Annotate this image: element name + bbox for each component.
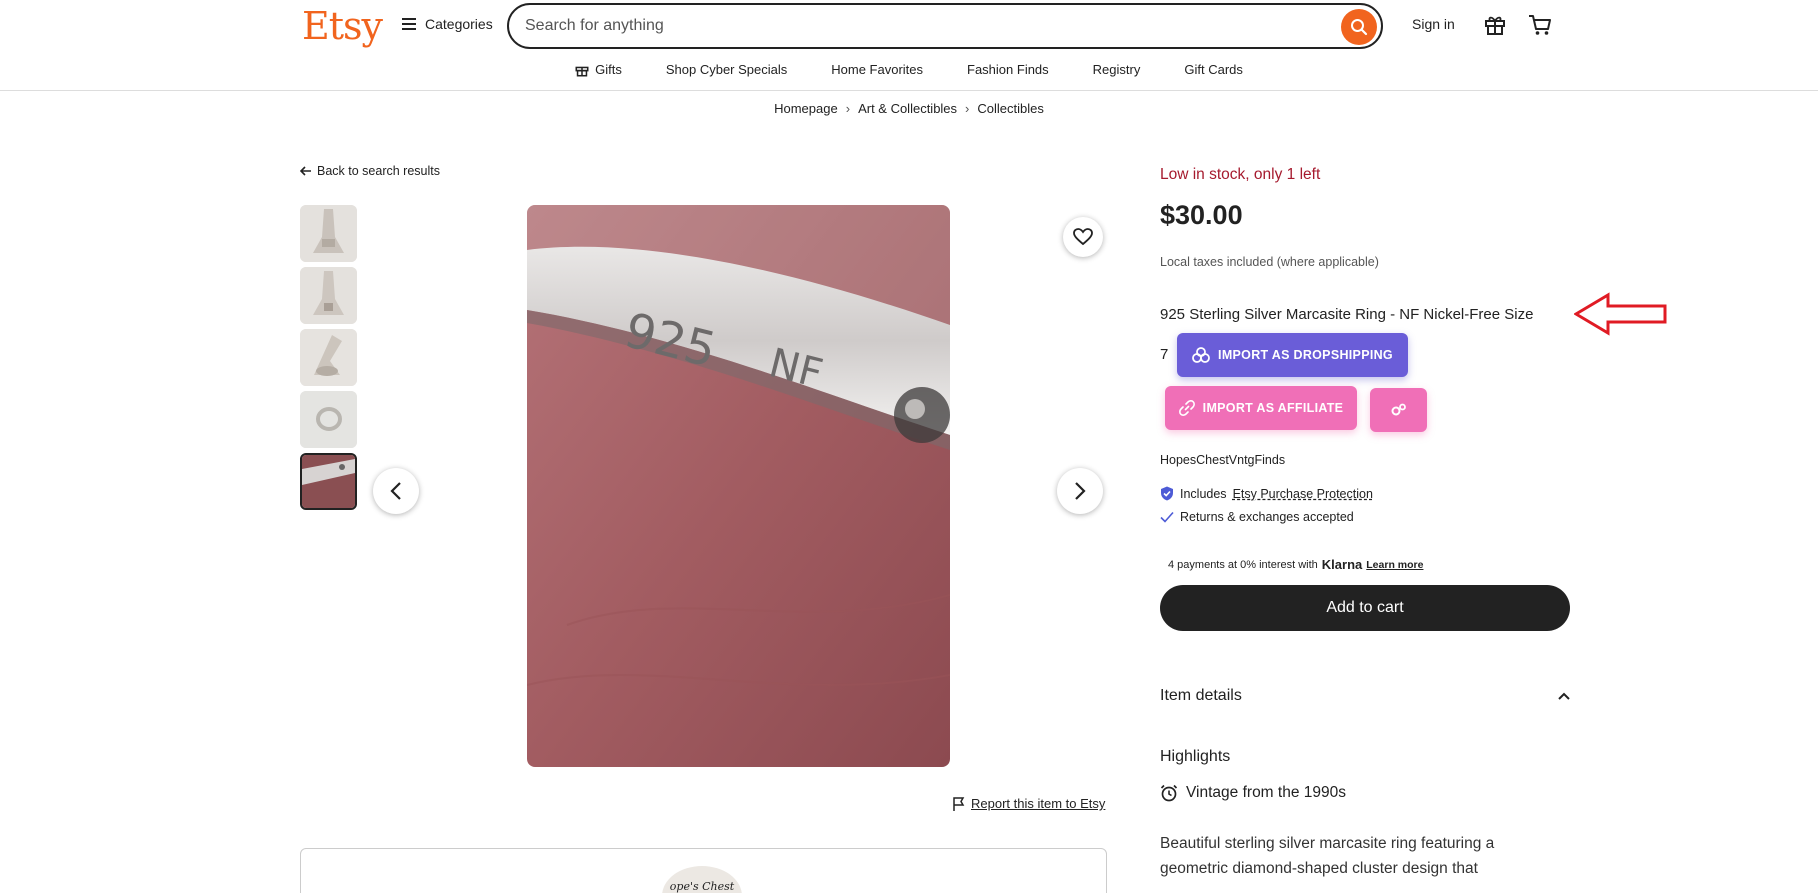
heart-icon [1073, 228, 1093, 246]
nav-item-label: Gifts [595, 62, 622, 77]
categories-button[interactable]: Categories [402, 16, 493, 32]
back-label: Back to search results [317, 164, 440, 178]
nav-item-label: Gift Cards [1184, 62, 1243, 77]
header-divider [0, 90, 1818, 91]
stock-notice: Low in stock, only 1 left [1160, 166, 1321, 183]
nav-item-fashion-finds[interactable]: Fashion Finds [945, 58, 1071, 81]
nav-item-registry[interactable]: Registry [1071, 58, 1163, 81]
main-product-image: 925 NF [527, 205, 950, 767]
affiliate-label: IMPORT AS AFFILIATE [1202, 401, 1344, 415]
vintage-label: Vintage from the 1990s [1186, 784, 1346, 801]
search-icon [1351, 19, 1368, 36]
product-title-continued: 7 [1160, 346, 1169, 363]
product-description: Beautiful sterling silver marcasite ring… [1160, 835, 1495, 877]
returns-label: Returns & exchanges accepted [1180, 510, 1354, 524]
boxes-icon [1192, 347, 1210, 363]
price: $30.00 [1160, 200, 1243, 230]
sign-in-link[interactable]: Sign in [1412, 16, 1455, 32]
back-to-results-link[interactable]: Back to search results [300, 164, 440, 178]
extension-settings-button[interactable] [1370, 388, 1427, 432]
item-details-label: Item details [1160, 687, 1242, 704]
breadcrumb-collectibles[interactable]: Collectibles [977, 101, 1043, 116]
returns-info: Returns & exchanges accepted [1160, 510, 1354, 524]
gears-icon [1391, 403, 1406, 416]
search-input[interactable] [525, 17, 1325, 35]
klarna-logo: Klarna [1321, 557, 1363, 572]
chevron-right-icon: › [965, 101, 970, 116]
thumbnail-2[interactable] [300, 267, 357, 324]
nav-item-label: Fashion Finds [967, 62, 1049, 77]
nav-item-cyber-specials[interactable]: Shop Cyber Specials [644, 58, 809, 81]
breadcrumb-art-collectibles[interactable]: Art & Collectibles [858, 101, 957, 116]
gift-icon [575, 66, 589, 76]
arrow-left-icon [300, 166, 311, 176]
nav-item-home-favorites[interactable]: Home Favorites [809, 58, 945, 81]
chevron-up-icon [1558, 692, 1570, 700]
breadcrumb-homepage[interactable]: Homepage [774, 101, 838, 116]
alarm-clock-icon [1160, 784, 1178, 802]
breadcrumb: Homepage › Art & Collectibles › Collecti… [0, 101, 1818, 116]
main-nav: Gifts Shop Cyber Specials Home Favorites… [0, 58, 1818, 81]
shield-check-icon [1161, 486, 1173, 501]
nav-item-label: Home Favorites [831, 62, 924, 77]
chevron-right-icon: › [845, 101, 851, 116]
chevron-right-icon [1075, 482, 1086, 500]
vintage-highlight: Vintage from the 1990s [1160, 784, 1346, 802]
previous-image-button[interactable] [373, 468, 419, 514]
annotation-arrow-icon [1574, 292, 1667, 336]
flag-icon [953, 796, 965, 811]
search-bar[interactable] [507, 3, 1383, 49]
import-affiliate-button[interactable]: IMPORT AS AFFILIATE [1165, 386, 1357, 430]
report-item-link[interactable]: Report this item to Etsy [953, 796, 1105, 811]
link-icon [1178, 400, 1195, 416]
favorite-button[interactable] [1063, 217, 1103, 257]
highlights-heading: Highlights [1160, 748, 1231, 765]
next-image-button[interactable] [1057, 468, 1103, 514]
cart-icon[interactable] [1528, 14, 1552, 41]
add-to-cart-button[interactable]: Add to cart [1160, 585, 1570, 631]
klarna-info: 4 payments at 0% interest with Klarna Le… [1168, 557, 1423, 572]
chevron-left-icon [390, 482, 401, 500]
purchase-protection: Includes Etsy Purchase Protection [1160, 486, 1373, 501]
product-title: 925 Sterling Silver Marcasite Ring - NF … [1160, 306, 1534, 323]
thumbnail-3[interactable] [300, 329, 357, 386]
search-button[interactable] [1341, 9, 1377, 45]
nav-item-gifts[interactable]: Gifts [553, 58, 644, 81]
thumbnail-4[interactable] [300, 391, 357, 448]
item-details-toggle[interactable]: Item details [1160, 687, 1570, 705]
tax-note: Local taxes included (where applicable) [1160, 255, 1379, 269]
thumbnail-1[interactable] [300, 205, 357, 262]
check-icon [1160, 511, 1174, 523]
klarna-text: 4 payments at 0% interest with [1168, 558, 1318, 571]
nav-item-label: Registry [1092, 62, 1141, 77]
hamburger-icon [402, 18, 416, 30]
protection-prefix: Includes [1180, 486, 1227, 501]
purchase-protection-link[interactable]: Etsy Purchase Protection [1233, 487, 1373, 501]
nav-item-gift-cards[interactable]: Gift Cards [1162, 58, 1265, 81]
thumbnail-5-selected[interactable] [300, 453, 357, 510]
klarna-learn-more-link[interactable]: Learn more [1366, 559, 1423, 571]
etsy-logo[interactable]: Etsy [302, 4, 383, 48]
dropship-label: IMPORT AS DROPSHIPPING [1218, 348, 1393, 362]
report-label: Report this item to Etsy [971, 796, 1106, 811]
import-dropshipping-button[interactable]: IMPORT AS DROPSHIPPING [1177, 333, 1408, 377]
nav-item-label: Shop Cyber Specials [665, 62, 788, 77]
categories-label: Categories [425, 16, 493, 32]
shop-name-link[interactable]: HopesChestVntgFinds [1160, 453, 1285, 467]
gift-icon[interactable] [1484, 14, 1506, 41]
